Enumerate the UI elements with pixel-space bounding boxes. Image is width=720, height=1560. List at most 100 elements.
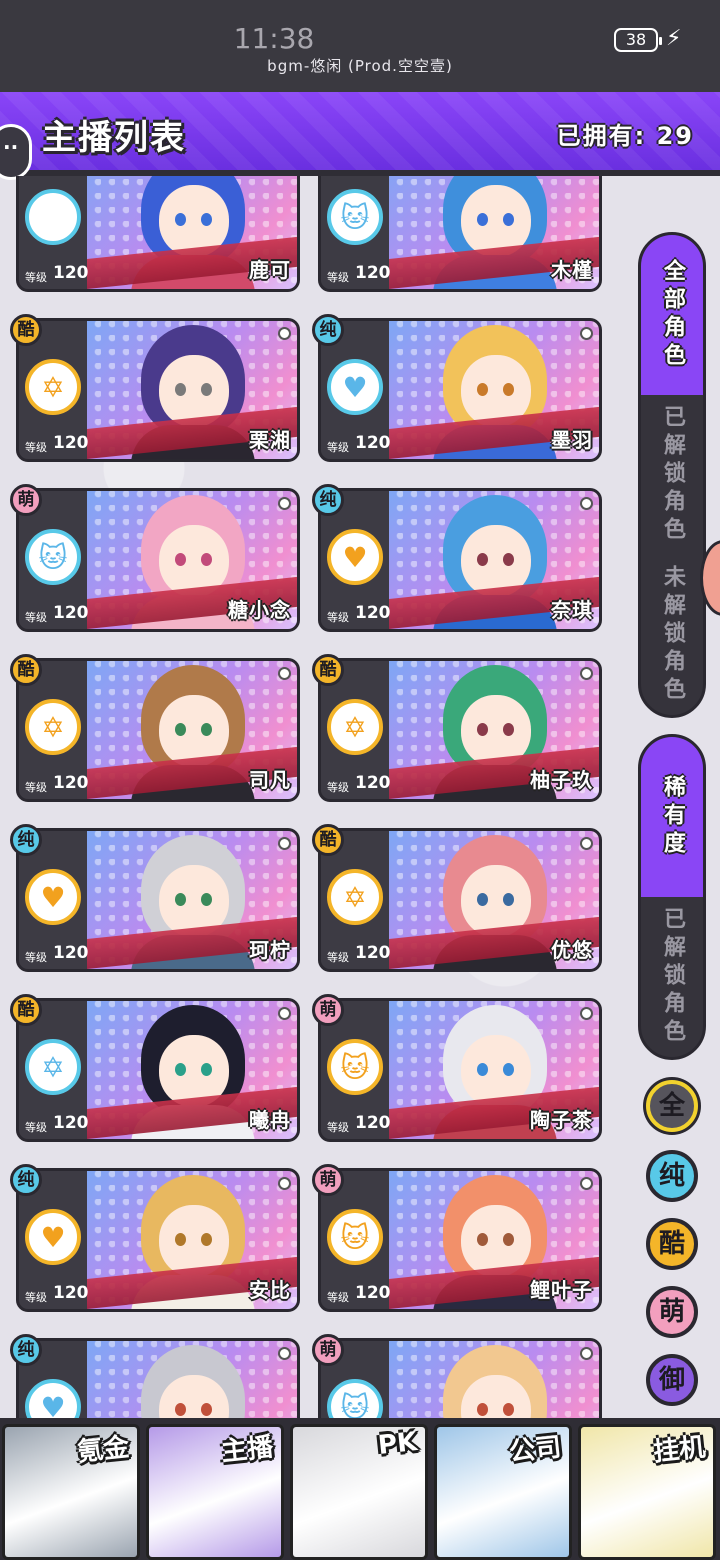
streamer-card[interactable]: 🐱 等级 120 糖小念	[16, 488, 300, 632]
card-indicator-dot	[580, 327, 593, 340]
filter-option[interactable]: 稀有度	[641, 737, 703, 897]
star-emblem-icon: ✡	[327, 699, 383, 755]
character-eye	[503, 213, 514, 226]
streamer-card[interactable]: ✡ 等级 120 柚子玖	[318, 658, 602, 802]
level-label: 等级	[25, 441, 47, 454]
rarity-badge: 酷	[10, 654, 42, 686]
card-indicator-dot	[278, 1007, 291, 1020]
heart-emblem-icon: ♥	[25, 1209, 81, 1265]
character-eye	[477, 723, 488, 736]
type-filter-moe-button[interactable]: 萌	[646, 1286, 698, 1338]
streamer-card[interactable]: 🐱 等级 120 陶子茶	[318, 998, 602, 1142]
page-title: 主播列表	[42, 118, 186, 158]
character-eye	[175, 383, 186, 396]
level-value: 120	[53, 433, 89, 453]
character-eye	[503, 383, 514, 396]
character-eye	[477, 1233, 488, 1246]
star-emblem-icon: ✡	[25, 1039, 81, 1095]
cat-emblem-icon: 🐱	[327, 1209, 383, 1265]
level-value: 120	[53, 1113, 89, 1133]
streamer-card[interactable]: 🐱 等级 120 鲤叶子	[318, 1168, 602, 1312]
character-eye	[175, 723, 186, 736]
battery-icon: 38	[614, 28, 662, 52]
nav-tab-label: 公司	[507, 1432, 563, 1468]
card-indicator-dot	[278, 667, 291, 680]
level-label: 等级	[327, 611, 349, 624]
page-header: 主播列表 已拥有: 29	[0, 92, 720, 176]
streamer-name: 木槿	[551, 258, 593, 282]
card-indicator-dot	[278, 837, 291, 850]
type-filter-royal-button[interactable]: 御	[646, 1354, 698, 1406]
filter-option[interactable]: 已解锁角色	[641, 897, 703, 1057]
nav-tab[interactable]: PK	[290, 1424, 428, 1560]
type-filter-all-button[interactable]: 全	[646, 1080, 698, 1132]
character-eye	[503, 1233, 514, 1246]
streamer-card[interactable]: 🐱 等级 120 木槿	[318, 176, 602, 292]
streamer-card[interactable]: 等级 120 鹿可	[16, 176, 300, 292]
level-value: 120	[355, 433, 391, 453]
card-indicator-dot	[580, 837, 593, 850]
star-emblem-icon: ✡	[25, 359, 81, 415]
nav-tab-label: 挂机	[651, 1432, 707, 1468]
type-filter-cool-button[interactable]: 酷	[646, 1218, 698, 1270]
card-indicator-dot	[580, 1347, 593, 1360]
nav-tab-label: PK	[376, 1427, 419, 1461]
nav-tab[interactable]: 公司	[434, 1424, 572, 1560]
streamer-name: 栗湘	[249, 428, 291, 452]
level-value: 120	[53, 773, 89, 793]
cat-emblem-icon: 🐱	[327, 189, 383, 245]
rarity-badge: 纯	[312, 484, 344, 516]
rarity-badge: 纯	[312, 314, 344, 346]
heart-emblem-icon: ♥	[327, 529, 383, 585]
app-root: 11:38 bgm-悠闲 (Prod.空空壹) 38 ⚡ 主播列表 已拥有: 2…	[0, 0, 720, 1560]
level-label: 等级	[327, 1121, 349, 1134]
character-eye	[503, 893, 514, 906]
streamer-card[interactable]: ✡ 等级 120 司凡	[16, 658, 300, 802]
level-value: 120	[355, 1113, 391, 1133]
character-eye	[503, 553, 514, 566]
streamer-card[interactable]: ♥ 等级 120 奈琪	[318, 488, 602, 632]
rarity-badge: 纯	[10, 824, 42, 856]
character-eye	[175, 213, 186, 226]
type-filter-pure-button[interactable]: 纯	[646, 1150, 698, 1202]
streamer-card[interactable]: 🐱等级120	[318, 1338, 602, 1422]
character-eye	[201, 213, 212, 226]
level-label: 等级	[25, 271, 47, 284]
streamer-card[interactable]: ✡ 等级 120 优悠	[318, 828, 602, 972]
level-label: 等级	[25, 951, 47, 964]
streamer-card[interactable]: ♥ 等级 120 珂柠	[16, 828, 300, 972]
nav-tab[interactable]: 挂机	[578, 1424, 716, 1560]
streamer-name: 柚子玖	[530, 768, 593, 792]
streamer-card[interactable]: ♥ 等级 120 墨羽	[318, 318, 602, 462]
level-label: 等级	[25, 781, 47, 794]
nav-tab[interactable]: 氪金	[2, 1424, 140, 1560]
streamer-name: 司凡	[249, 768, 291, 792]
bottom-nav: 氪金 主播 PK 公司 挂机	[0, 1418, 720, 1560]
nav-tab[interactable]: 主播	[146, 1424, 284, 1560]
character-eye	[201, 893, 212, 906]
rarity-badge: 萌	[312, 1164, 344, 1196]
character-eye	[477, 383, 488, 396]
chat-bubble-icon[interactable]	[0, 124, 32, 180]
character-eye	[503, 1063, 514, 1076]
level-value: 120	[355, 773, 391, 793]
filter-option[interactable]: 全部角色	[641, 235, 703, 395]
streamer-card[interactable]: ✡ 等级 120 栗湘	[16, 318, 300, 462]
filter-option[interactable]: 未解锁角色	[641, 555, 703, 715]
character-eye	[477, 1403, 488, 1416]
character-eye	[201, 1063, 212, 1076]
streamer-name: 鲤叶子	[530, 1278, 593, 1302]
streamer-card[interactable]: ♥等级120	[16, 1338, 300, 1422]
character-eye	[477, 893, 488, 906]
streamer-card[interactable]: ♥ 等级 120 安比	[16, 1168, 300, 1312]
streamer-name: 墨羽	[551, 428, 593, 452]
character-eye	[201, 1233, 212, 1246]
character-eye	[201, 1403, 212, 1416]
level-label: 等级	[25, 1121, 47, 1134]
filter-option[interactable]: 已解锁角色	[641, 395, 703, 555]
streamer-card[interactable]: ✡ 等级 120 曦冉	[16, 998, 300, 1142]
rarity-badge: 酷	[312, 824, 344, 856]
star-emblem-icon: ✡	[25, 699, 81, 755]
star-emblem-icon: ✡	[327, 869, 383, 925]
level-value: 120	[53, 603, 89, 623]
